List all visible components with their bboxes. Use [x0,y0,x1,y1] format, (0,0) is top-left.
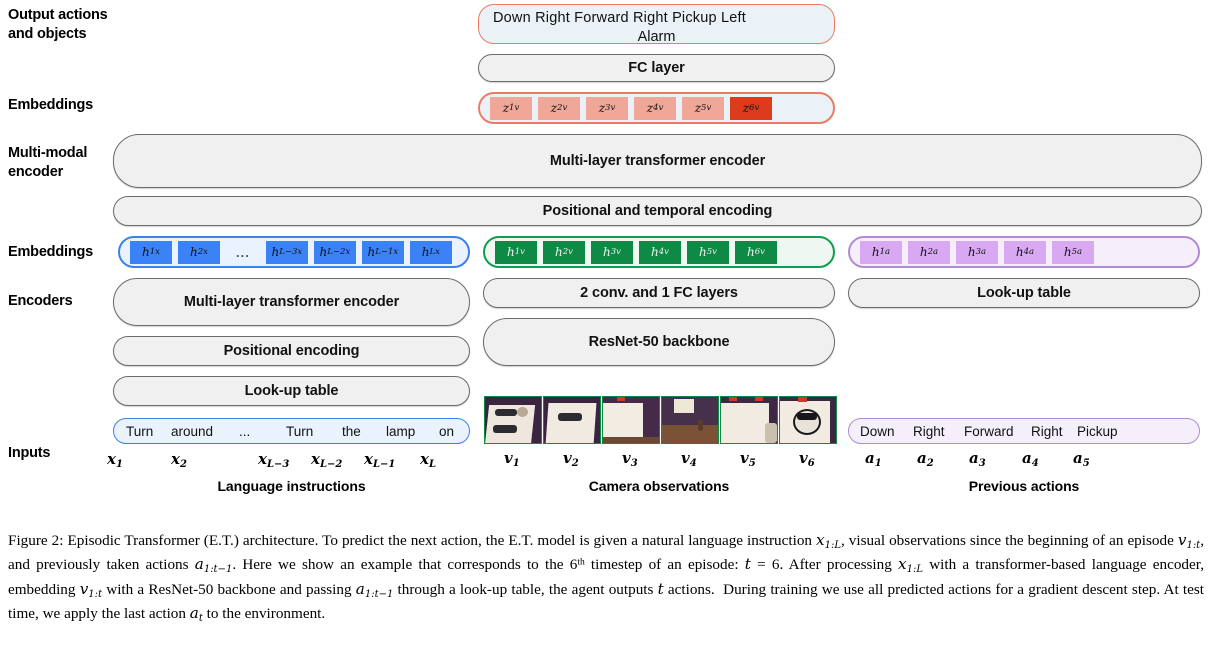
language-input-box: Turn around ... Turn the lamp on [113,418,470,444]
figure-caption: Figure 2: Episodic Transformer (E.T.) ar… [8,531,1205,625]
token-hv-4: h4v [639,240,681,264]
token-z4: z4v [634,96,676,120]
action-word-2: Right [913,423,945,439]
vision-conv-fc-box: 2 conv. and 1 FC layers [483,278,835,308]
math-label-v1: v1 [504,449,520,469]
token-ha-3: h3a [956,240,998,264]
action-word-1: Down [860,423,895,439]
positional-temporal-encoding-box: Positional and temporal encoding [113,196,1202,226]
token-hv-5: h5v [687,240,729,264]
math-label-a5: a5 [1073,449,1090,469]
math-label-a2: a2 [917,449,934,469]
token-hx-L-1: h L−1 x [361,240,404,264]
multimodal-transformer-encoder-box: Multi-layer transformer encoder [113,134,1202,188]
math-label-xL-1: xL−1 [364,450,396,470]
row-label-inputs: Inputs [8,445,51,461]
row-label-multi-modal-encoder: Multi-modal encoder [8,145,88,180]
output-embeddings-strip: z1v z2v z3v z4v z5v z6v [478,92,835,124]
lang-word-3: ... [239,423,251,439]
output-actions-box: Down Right Forward Right Pickup Left Ala… [478,4,835,45]
lang-word-2: around [171,423,214,439]
token-z3: z3v [586,96,628,120]
token-hv-3: h3v [591,240,633,264]
action-embeddings-strip: h1a h2a h3a h4a h5a [848,236,1200,268]
token-ha-5: h5a [1052,240,1094,264]
language-lookup-table-box: Look-up table [113,376,470,406]
token-hx-L-2: h L−2 x [313,240,356,264]
token-z1: z1v [490,96,532,120]
token-hx-L: hLx [409,240,452,264]
column-caption-language: Language instructions [217,478,366,494]
token-z2: z2v [538,96,580,120]
row-label-encoders: Encoders [8,293,73,309]
math-label-v3: v3 [622,449,638,469]
action-lookup-table-box: Look-up table [848,278,1200,308]
camera-frame-1 [484,396,542,444]
figure-episodic-transformer-architecture: Output actions and objects Embeddings Mul… [0,0,1211,650]
row-label-output-actions: Output actions and objects [8,7,108,42]
row-label-embeddings-mid: Embeddings [8,244,94,260]
math-label-v6: v6 [799,449,815,469]
positional-encoding-box: Positional encoding [113,336,470,366]
math-label-a3: a3 [969,449,986,469]
math-label-v4: v4 [681,449,697,469]
camera-frame-2 [543,396,601,444]
resnet50-backbone-box: ResNet-50 backbone [483,318,835,366]
lang-word-4: Turn [286,423,314,439]
token-ha-1: h1a [860,240,902,264]
token-ha-4: h4a [1004,240,1046,264]
token-hv-1: h1v [495,240,537,264]
math-label-x2: x2 [171,450,187,470]
camera-observations-frames [484,396,837,444]
column-caption-vision: Camera observations [588,478,730,494]
language-embeddings-ellipsis: ... [236,244,250,260]
token-z5: z5v [682,96,724,120]
token-hx-L-3: h L−3 x [265,240,308,264]
math-label-xL-3: xL−3 [258,450,290,470]
token-ha-2: h2a [908,240,950,264]
lang-word-1: Turn [126,423,154,439]
token-hv-6: h6v [735,240,777,264]
lang-word-5: the [342,423,361,439]
fc-layer-box: FC layer [478,54,835,82]
math-label-v5: v5 [740,449,756,469]
action-input-box: Down Right Forward Right Pickup [848,418,1200,444]
token-hx-2: h2x [178,240,220,264]
language-transformer-encoder-box: Multi-layer transformer encoder [113,278,470,326]
action-word-5: Pickup [1077,423,1118,439]
camera-frame-6 [779,396,837,444]
token-hv-2: h2v [543,240,585,264]
output-actions-line2: Alarm [637,29,676,45]
math-label-x1: x1 [107,450,123,470]
row-label-embeddings-top: Embeddings [8,97,94,113]
action-word-3: Forward [964,423,1014,439]
token-hx-1: h1x [130,240,172,264]
visual-embeddings-strip: h1v h2v h3v h4v h5v h6v [483,236,835,268]
token-z6: z6v [730,96,772,120]
camera-frame-3 [602,396,660,444]
figure-caption-number: Figure 2: [8,532,64,549]
column-caption-actions: Previous actions [968,478,1080,494]
output-actions-line1: Down Right Forward Right Pickup Left [493,10,746,26]
camera-frame-5 [720,396,778,444]
camera-frame-4 [661,396,719,444]
math-label-v2: v2 [563,449,579,469]
language-embeddings-strip: h1x h2x ... h L−3 x h L−2 x h L−1 x hLx [118,236,470,268]
lang-word-7: on [439,423,455,439]
action-word-4: Right [1031,423,1063,439]
math-label-a4: a4 [1022,449,1039,469]
math-label-a1: a1 [865,449,882,469]
math-label-xL-2: xL−2 [311,450,343,470]
math-label-xL: xL [420,450,436,470]
lang-word-6: lamp [386,423,416,439]
